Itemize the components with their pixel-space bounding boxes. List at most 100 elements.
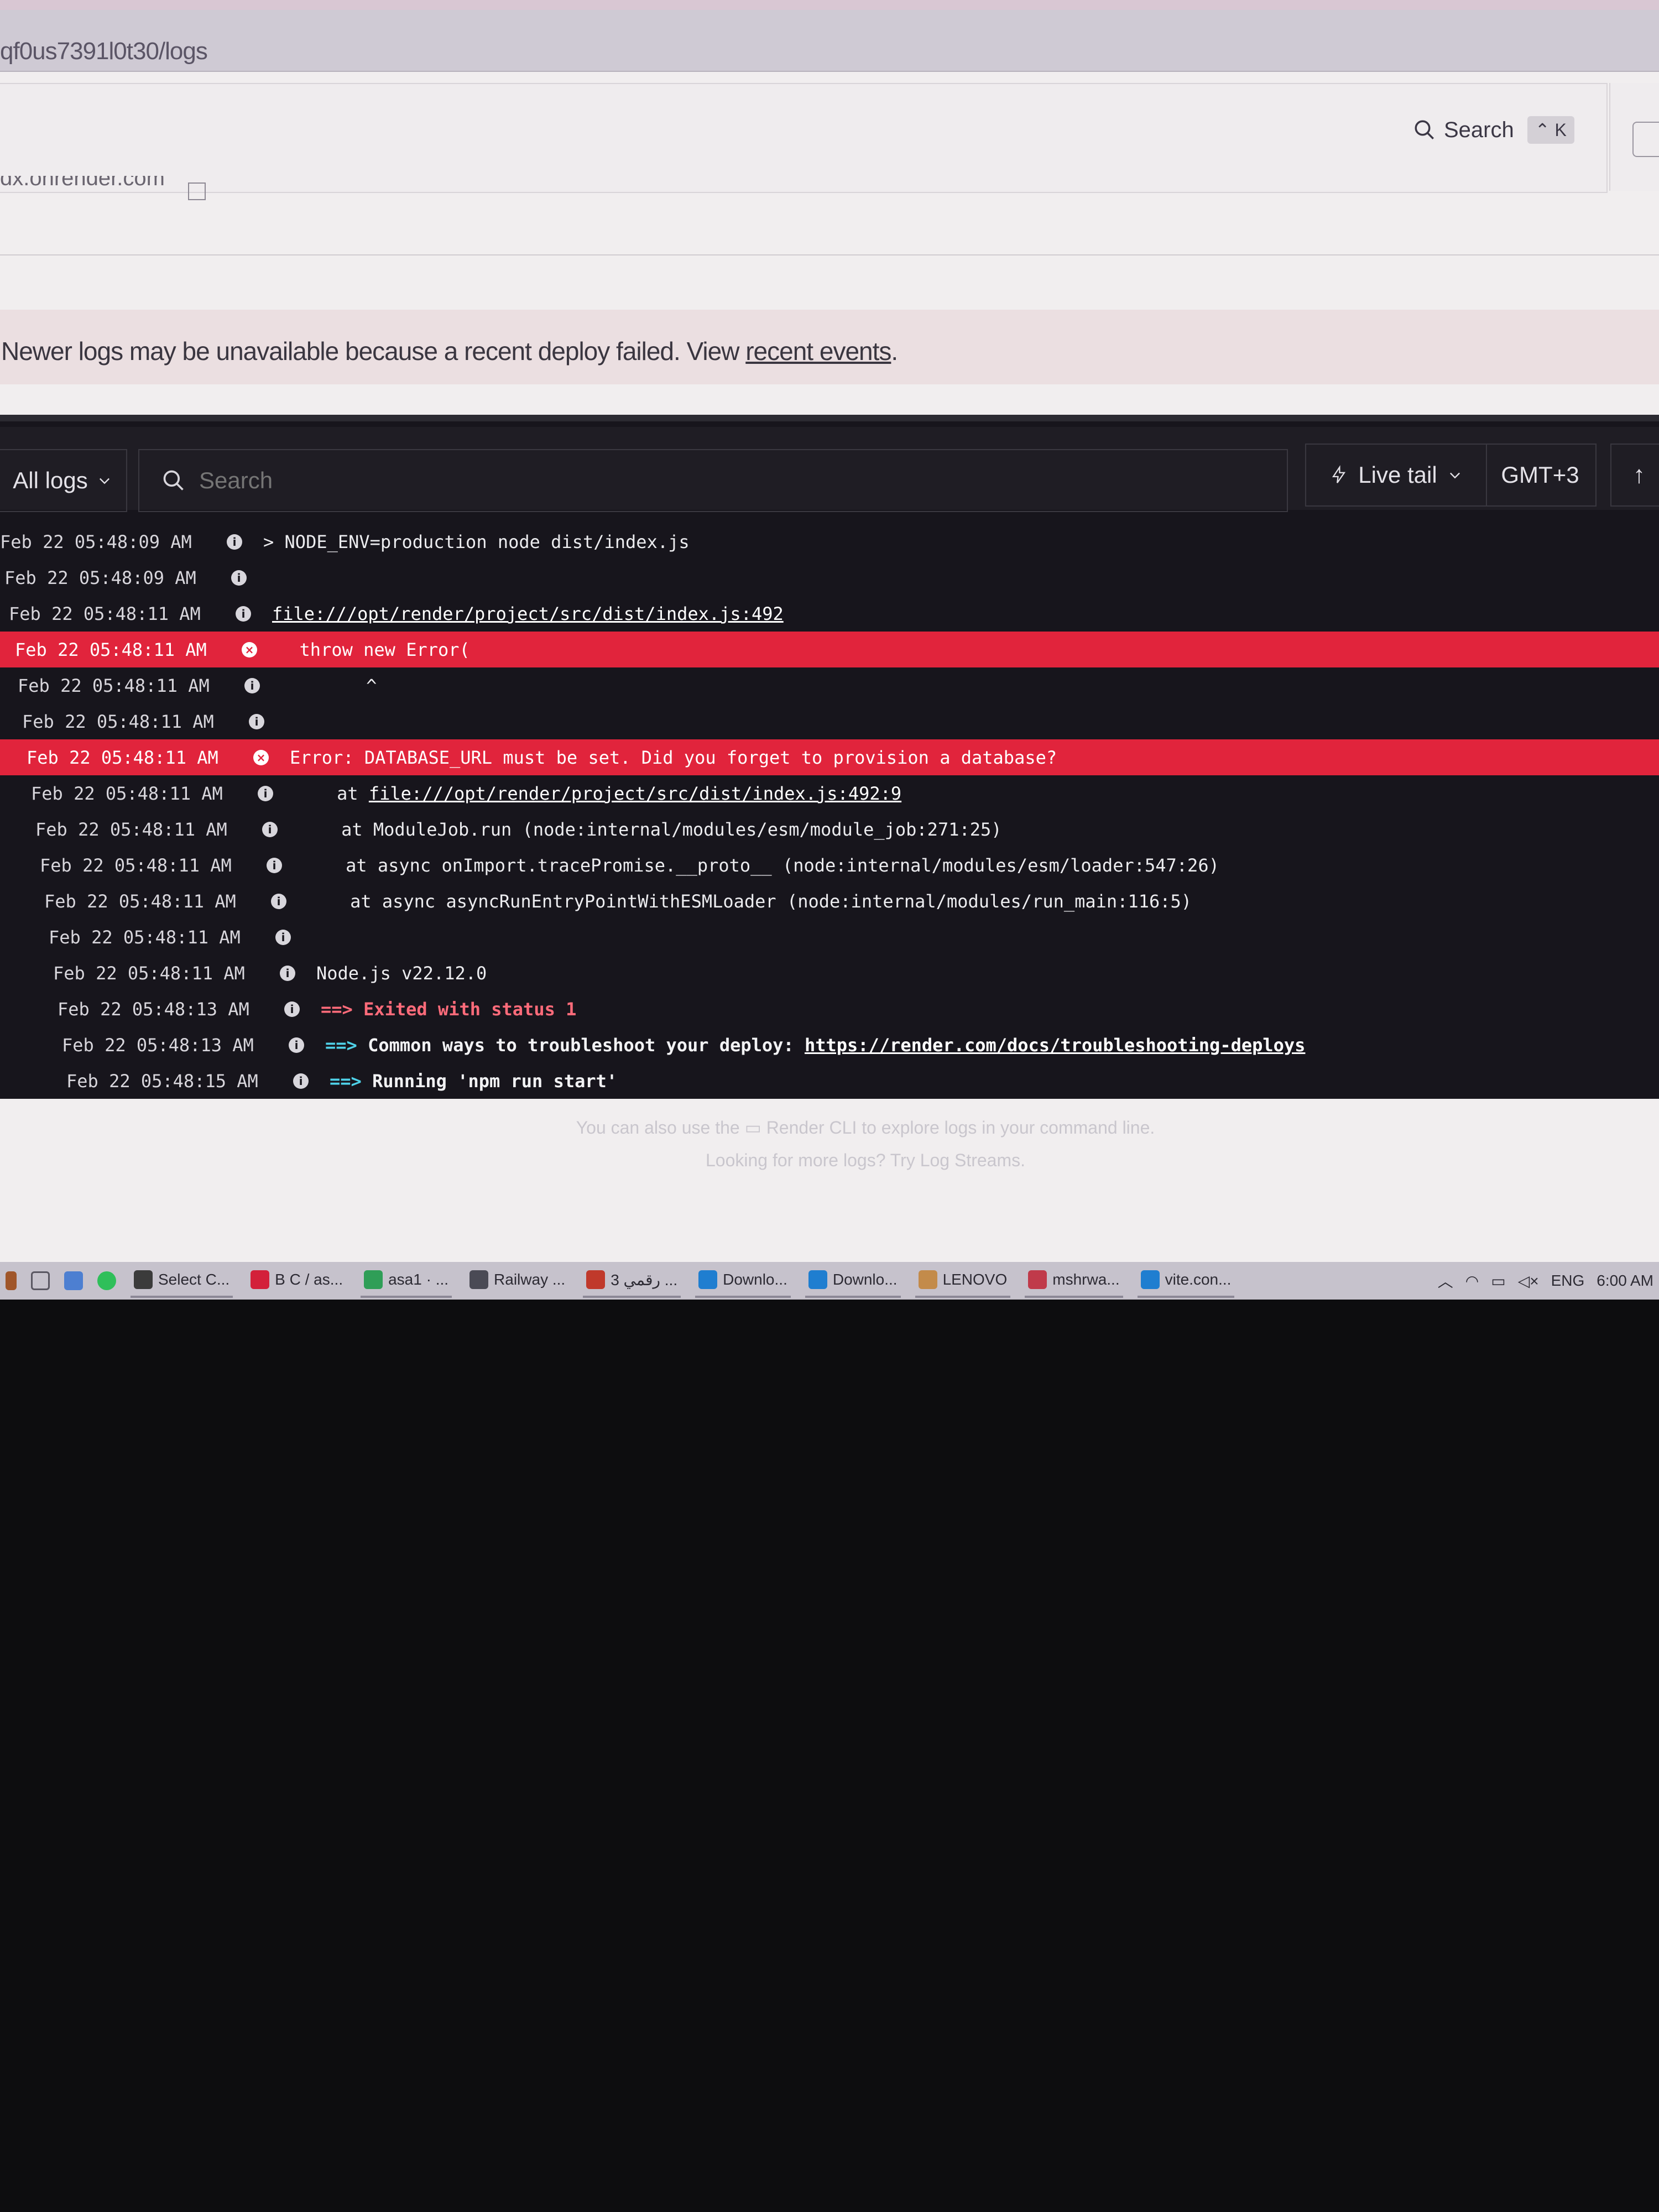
log-line: Feb 22 05:48:11 AM i at async onImport.tr… bbox=[0, 847, 1659, 883]
task-view-icon[interactable] bbox=[31, 1271, 50, 1290]
language-indicator[interactable]: ENG bbox=[1551, 1272, 1585, 1290]
header-right-panel bbox=[1609, 83, 1659, 191]
monitor-screen: qf0us7391l0t30/logs Search ⌃ K dx.onrend… bbox=[0, 0, 1659, 1300]
log-line: Feb 22 05:48:11 AM × Error: DATABASE_URL m… bbox=[0, 739, 1659, 775]
clock[interactable]: 6:00 AM bbox=[1597, 1272, 1653, 1290]
taskbar-item[interactable]: mshrwa... bbox=[1025, 1264, 1123, 1298]
taskbar-item[interactable]: asa1 · ... bbox=[361, 1264, 452, 1298]
log-timestamp: Feb 22 05:48:09 AM bbox=[4, 567, 196, 588]
log-timestamp: Feb 22 05:48:11 AM bbox=[15, 639, 207, 660]
log-line: Feb 22 05:48:09 AM i bbox=[0, 560, 1659, 596]
wifi-icon[interactable]: ◠ bbox=[1465, 1272, 1479, 1290]
arrow-up-icon[interactable]: ↑ bbox=[1610, 444, 1659, 507]
railway-icon bbox=[469, 1270, 489, 1289]
log-timestamp: Feb 22 05:48:11 AM bbox=[22, 711, 214, 732]
taskbar-item[interactable]: vite.con... bbox=[1137, 1264, 1235, 1298]
url-text[interactable]: qf0us7391l0t30/logs bbox=[0, 38, 208, 65]
taskbar-item[interactable]: Railway ... bbox=[466, 1264, 568, 1298]
log-timestamp: Feb 22 05:48:11 AM bbox=[53, 962, 245, 984]
taskbar-item-label: Select C... bbox=[158, 1271, 230, 1288]
log-line: Feb 22 05:48:15 AM i ==> Running 'npm run … bbox=[0, 1063, 1659, 1099]
log-message: ==> Common ways to troubleshoot your dep… bbox=[325, 1035, 1305, 1056]
log-timestamp: Feb 22 05:48:13 AM bbox=[58, 998, 249, 1020]
taskbar-item-label: mshrwa... bbox=[1052, 1271, 1120, 1288]
log-text: at ModuleJob.run (node:internal/modules/… bbox=[299, 818, 1002, 840]
vscode-icon bbox=[1140, 1270, 1160, 1289]
log-timestamp: Feb 22 05:48:13 AM bbox=[62, 1034, 254, 1056]
log-text: at bbox=[294, 782, 369, 804]
info-icon: i bbox=[289, 1037, 304, 1053]
copy-icon[interactable] bbox=[188, 182, 206, 200]
taskbar-item[interactable]: B C / as... bbox=[247, 1264, 346, 1298]
log-message: at async asyncRunEntryPointWithESMLoader… bbox=[307, 891, 1192, 912]
log-arrow: ==> bbox=[321, 998, 353, 1020]
taskbar-item[interactable]: Select C... bbox=[131, 1264, 233, 1298]
log-line: Feb 22 05:48:11 AM i Node.js v22.12.0 bbox=[0, 955, 1659, 991]
info-icon: i bbox=[249, 713, 264, 729]
mute-icon[interactable]: ◁× bbox=[1518, 1272, 1539, 1290]
log-timestamp: Feb 22 05:48:11 AM bbox=[31, 782, 223, 804]
address-bar[interactable]: qf0us7391l0t30/logs bbox=[0, 10, 1659, 72]
log-line: Feb 22 05:48:09 AM i > NODE_ENV=production… bbox=[0, 524, 1659, 560]
log-link[interactable]: file:///opt/render/project/src/dist/inde… bbox=[272, 603, 784, 624]
log-timestamp: Feb 22 05:48:09 AM bbox=[0, 531, 192, 552]
chevron-up-icon[interactable]: ︿ bbox=[1438, 1270, 1453, 1292]
log-link[interactable]: file:///opt/render/project/src/dist/inde… bbox=[369, 783, 901, 804]
log-line: Feb 22 05:48:11 AM i at ModuleJob.run (no… bbox=[0, 811, 1659, 847]
info-icon: i bbox=[293, 1073, 309, 1089]
taskbar-item-label: B C / as... bbox=[275, 1271, 343, 1288]
all-logs-dropdown[interactable]: All logs bbox=[0, 449, 127, 512]
log-line: Feb 22 05:48:11 AM i bbox=[0, 919, 1659, 955]
taskbar-item-label: Downlo... bbox=[832, 1271, 898, 1288]
shortcut-badge: ⌃ K bbox=[1527, 116, 1574, 144]
info-icon: i bbox=[262, 821, 278, 837]
whatsapp-icon[interactable] bbox=[97, 1271, 116, 1290]
taskbar-item[interactable]: رقمي 3 ... bbox=[583, 1264, 681, 1298]
log-line: Feb 22 05:48:11 AM i file:///opt/render/pr… bbox=[0, 596, 1659, 632]
log-message: at ModuleJob.run (node:internal/modules/… bbox=[299, 818, 1002, 840]
search-icon bbox=[163, 470, 184, 491]
log-timestamp: Feb 22 05:48:11 AM bbox=[18, 675, 210, 696]
log-text: throw new Error( bbox=[278, 639, 470, 660]
log-timestamp: Feb 22 05:48:11 AM bbox=[9, 603, 201, 624]
log-text: Exited with status 1 bbox=[352, 998, 577, 1020]
chevron-down-icon bbox=[1449, 472, 1460, 479]
taskbar-item-label: vite.con... bbox=[1165, 1271, 1232, 1288]
log-timestamp: Feb 22 05:48:11 AM bbox=[44, 890, 236, 912]
download-icon bbox=[698, 1270, 718, 1289]
render-cli-link[interactable]: Render CLI bbox=[766, 1118, 857, 1138]
log-search-input[interactable] bbox=[198, 467, 1196, 494]
service-url-row: dx.onrender.com bbox=[0, 176, 1606, 204]
timezone-selector[interactable]: GMT+3 bbox=[1485, 444, 1597, 507]
taskbar-item-label: asa1 · ... bbox=[388, 1271, 449, 1288]
info-icon: i bbox=[275, 929, 291, 945]
battery-icon[interactable]: ▭ bbox=[1491, 1272, 1505, 1290]
log-text: at async asyncRunEntryPointWithESMLoader… bbox=[307, 890, 1192, 912]
taskbar-item[interactable]: Downlo... bbox=[805, 1264, 901, 1298]
widgets-icon[interactable] bbox=[64, 1271, 83, 1290]
cli-note: You can also use the ▭ Render CLI to exp… bbox=[576, 1118, 1155, 1138]
log-link[interactable]: https://render.com/docs/troubleshooting-… bbox=[805, 1035, 1305, 1056]
log-lines: Feb 22 05:48:09 AM i > NODE_ENV=production… bbox=[0, 524, 1659, 1099]
global-search-button[interactable]: Search ⌃ K bbox=[1413, 113, 1574, 147]
taskbar-item[interactable]: Downlo... bbox=[695, 1264, 791, 1298]
info-icon: i bbox=[231, 570, 247, 586]
error-icon: × bbox=[242, 641, 257, 658]
log-line: Feb 22 05:48:11 AM i at file:///opt/rende… bbox=[0, 775, 1659, 811]
log-text: Running 'npm run start' bbox=[361, 1070, 618, 1092]
taskbar-item[interactable]: LENOVO bbox=[915, 1264, 1011, 1298]
live-tail-dropdown[interactable]: Live tail bbox=[1305, 444, 1487, 507]
log-message: Error: DATABASE_URL must be set. Did you… bbox=[290, 747, 1057, 768]
log-message: throw new Error( bbox=[278, 639, 470, 660]
log-streams-note[interactable]: Looking for more logs? Try Log Streams. bbox=[0, 1150, 1659, 1171]
service-url[interactable]: dx.onrender.com bbox=[0, 176, 165, 191]
log-message: at async onImport.tracePromise.__proto__… bbox=[303, 855, 1219, 876]
divider bbox=[0, 254, 1659, 255]
log-search-field[interactable] bbox=[138, 449, 1288, 512]
recent-events-link[interactable]: recent events bbox=[745, 337, 891, 366]
logs-panel: All logs Live tail GMT+3 ↑ Feb 22 05:48:… bbox=[0, 415, 1659, 1099]
log-message: at file:///opt/render/project/src/dist/i… bbox=[294, 783, 901, 804]
log-text: Common ways to troubleshoot your deploy: bbox=[357, 1034, 805, 1056]
start-icon[interactable] bbox=[6, 1271, 17, 1290]
log-timestamp: Feb 22 05:48:11 AM bbox=[35, 818, 227, 840]
